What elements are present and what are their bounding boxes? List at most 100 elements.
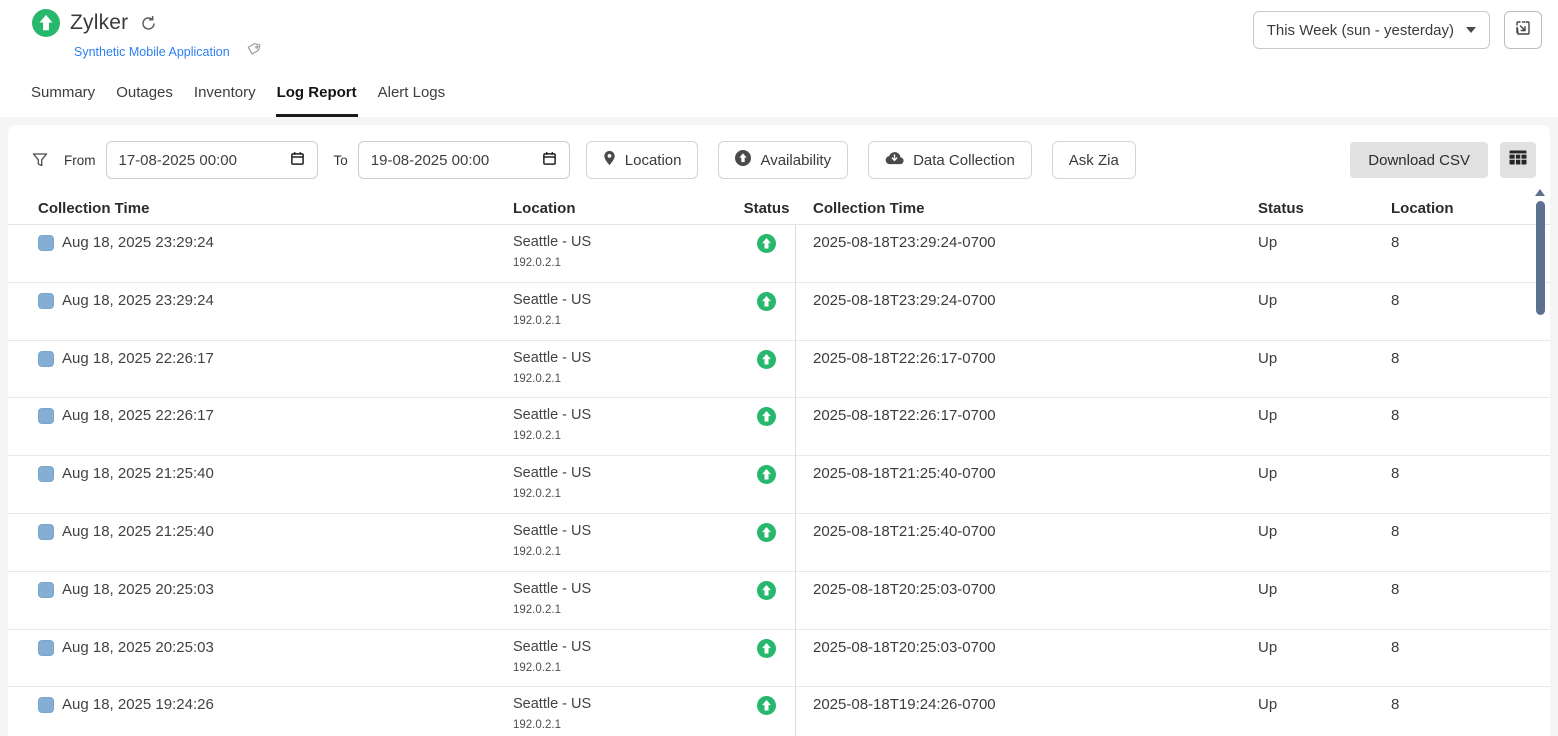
from-label: From: [64, 153, 96, 168]
row-checkbox[interactable]: [38, 582, 54, 598]
up-arrow-circle-icon: [735, 150, 751, 170]
to-datetime-value: 19-08-2025 00:00: [371, 152, 489, 169]
row-checkbox[interactable]: [38, 697, 54, 713]
header-status-right: Status: [1250, 200, 1383, 217]
row-iso-time: 2025-08-18T20:25:03-0700: [795, 639, 1250, 687]
monitor-type-link[interactable]: Synthetic Mobile Application: [74, 45, 230, 59]
row-location-cell: Seattle - US 192.0.2.1: [513, 581, 738, 629]
row-location-cell: Seattle - US 192.0.2.1: [513, 292, 738, 340]
row-checkbox[interactable]: [38, 408, 54, 424]
status-up-icon: [757, 696, 776, 736]
location-filter-label: Location: [625, 152, 682, 169]
location-name: Seattle - US: [513, 465, 738, 481]
tab-outages[interactable]: Outages: [115, 84, 174, 117]
popout-button[interactable]: [1504, 11, 1542, 49]
scrollbar-thumb[interactable]: [1536, 201, 1545, 315]
location-ip: 192.0.2.1: [513, 430, 738, 442]
row-location-cell: Seattle - US 192.0.2.1: [513, 639, 738, 687]
open-in-window-icon: [1514, 19, 1532, 42]
status-up-icon: [757, 234, 776, 282]
row-iso-time: 2025-08-18T19:24:26-0700: [795, 696, 1250, 736]
row-location-value: 8: [1383, 465, 1550, 513]
row-checkbox[interactable]: [38, 351, 54, 367]
status-up-icon: [757, 639, 776, 687]
collection-time-value: Aug 18, 2025 21:25:40: [62, 523, 214, 540]
time-range-dropdown[interactable]: This Week (sun - yesterday): [1253, 11, 1490, 49]
scroll-up-arrow-icon[interactable]: [1535, 189, 1545, 196]
status-up-icon: [757, 581, 776, 629]
row-time-cell: Aug 18, 2025 19:24:26: [38, 696, 513, 736]
row-location-cell: Seattle - US 192.0.2.1: [513, 350, 738, 398]
location-ip: 192.0.2.1: [513, 662, 738, 674]
header-location-left: Location: [513, 200, 738, 217]
location-ip: 192.0.2.1: [513, 373, 738, 385]
row-time-cell: Aug 18, 2025 21:25:40: [38, 523, 513, 571]
ask-zia-label: Ask Zia: [1069, 152, 1119, 169]
status-up-icon: [757, 350, 776, 398]
row-location-value: 8: [1383, 407, 1550, 455]
row-iso-time: 2025-08-18T21:25:40-0700: [795, 523, 1250, 571]
table-scrollbar: [1535, 189, 1545, 315]
time-range-value: This Week (sun - yesterday): [1267, 22, 1454, 39]
row-checkbox[interactable]: [38, 293, 54, 309]
table-row: Aug 18, 2025 20:25:03 Seattle - US 192.0…: [8, 630, 1550, 688]
table-columns-icon: [1509, 150, 1527, 170]
row-checkbox[interactable]: [38, 466, 54, 482]
row-status-cell: [738, 234, 795, 282]
refresh-icon[interactable]: [140, 15, 157, 32]
location-ip: 192.0.2.1: [513, 604, 738, 616]
monitor-tabs: Summary Outages Inventory Log Report Ale…: [0, 78, 1558, 117]
row-status-cell: [738, 350, 795, 398]
tab-inventory[interactable]: Inventory: [193, 84, 257, 117]
row-status-cell: [738, 465, 795, 513]
tab-summary[interactable]: Summary: [30, 84, 96, 117]
to-datetime-input[interactable]: 19-08-2025 00:00: [358, 141, 570, 179]
row-status-text: Up: [1250, 523, 1383, 571]
caret-down-icon: [1466, 27, 1476, 33]
row-iso-time: 2025-08-18T21:25:40-0700: [795, 465, 1250, 513]
ask-zia-button[interactable]: Ask Zia: [1052, 141, 1136, 179]
row-location-value: 8: [1383, 696, 1550, 736]
table-row: Aug 18, 2025 21:25:40 Seattle - US 192.0…: [8, 456, 1550, 514]
row-checkbox[interactable]: [38, 235, 54, 251]
status-up-icon: [757, 523, 776, 571]
calendar-icon[interactable]: [542, 151, 557, 170]
row-time-cell: Aug 18, 2025 20:25:03: [38, 581, 513, 629]
page-title: Zylker: [70, 11, 128, 35]
row-time-cell: Aug 18, 2025 22:26:17: [38, 407, 513, 455]
availability-filter-button[interactable]: Availability: [718, 141, 848, 179]
table-row: Aug 18, 2025 23:29:24 Seattle - US 192.0…: [8, 225, 1550, 283]
location-name: Seattle - US: [513, 523, 738, 539]
row-iso-time: 2025-08-18T22:26:17-0700: [795, 407, 1250, 455]
row-location-cell: Seattle - US 192.0.2.1: [513, 407, 738, 455]
column-chooser-button[interactable]: [1500, 142, 1536, 178]
row-checkbox[interactable]: [38, 524, 54, 540]
data-collection-filter-button[interactable]: Data Collection: [868, 141, 1032, 179]
table-row: Aug 18, 2025 19:24:26 Seattle - US 192.0…: [8, 687, 1550, 736]
row-status-text: Up: [1250, 350, 1383, 398]
tab-log-report[interactable]: Log Report: [276, 84, 358, 117]
tab-alert-logs[interactable]: Alert Logs: [377, 84, 447, 117]
cloud-download-icon: [885, 151, 904, 169]
location-ip: 192.0.2.1: [513, 257, 738, 269]
from-datetime-input[interactable]: 17-08-2025 00:00: [106, 141, 318, 179]
tag-icon[interactable]: [246, 42, 261, 62]
download-csv-button[interactable]: Download CSV: [1350, 142, 1488, 178]
row-checkbox[interactable]: [38, 640, 54, 656]
status-up-icon: [757, 465, 776, 513]
content-background: From 17-08-2025 00:00 To 19-08-2025 00:0…: [0, 117, 1558, 736]
collection-time-value: Aug 18, 2025 20:25:03: [62, 639, 214, 656]
collection-time-value: Aug 18, 2025 23:29:24: [62, 292, 214, 309]
map-pin-icon: [603, 150, 616, 170]
table-row: Aug 18, 2025 21:25:40 Seattle - US 192.0…: [8, 514, 1550, 572]
calendar-icon[interactable]: [290, 151, 305, 170]
location-name: Seattle - US: [513, 234, 738, 250]
pane-divider: [795, 225, 796, 736]
status-up-icon: [757, 292, 776, 340]
row-time-cell: Aug 18, 2025 23:29:24: [38, 234, 513, 282]
location-filter-button[interactable]: Location: [586, 141, 699, 179]
filter-funnel-icon[interactable]: [32, 152, 48, 168]
row-iso-time: 2025-08-18T20:25:03-0700: [795, 581, 1250, 629]
row-status-text: Up: [1250, 696, 1383, 736]
row-status-text: Up: [1250, 581, 1383, 629]
